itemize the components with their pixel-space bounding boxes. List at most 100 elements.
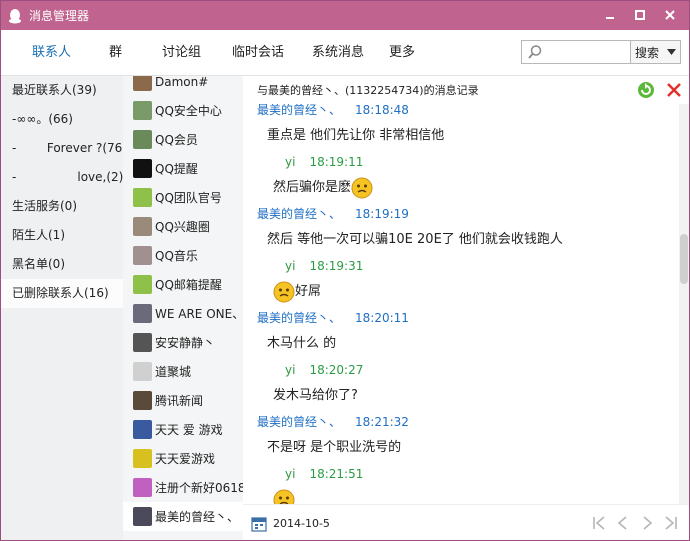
prev-page-icon[interactable] bbox=[615, 515, 631, 531]
message-body: 好屌 bbox=[243, 278, 677, 306]
contact-item[interactable]: QQ兴趣圈 bbox=[123, 212, 243, 241]
avatar bbox=[133, 130, 152, 149]
contact-item[interactable]: QQ会员 bbox=[123, 125, 243, 154]
contact-list: Damon# QQ安全中心 QQ会员 QQ提醒 QQ团队官号 QQ兴趣圈 QQ音乐 QQ邮箱提… bbox=[123, 76, 243, 540]
tab-temp-sessions[interactable]: 临时会话 bbox=[232, 30, 284, 76]
message-time: 18:21:32 bbox=[355, 415, 409, 429]
contact-name: Damon# bbox=[155, 76, 209, 89]
tab-bar: 联系人 群 讨论组 临时会话 系统消息 更多 搜索 bbox=[1, 30, 689, 76]
contact-item[interactable]: 安安静静丶 bbox=[123, 328, 243, 357]
next-page-icon[interactable] bbox=[639, 515, 655, 531]
message-history: 最美的曾经丶、 18:18:48 重点是 他们先让你 非常相信他 yi 18:19:11… bbox=[243, 104, 677, 504]
category-item[interactable]: -∞∞。(66) bbox=[1, 105, 123, 134]
contact-item[interactable]: 天天 爱 游戏 bbox=[123, 415, 243, 444]
tab-contacts[interactable]: 联系人 bbox=[32, 30, 71, 76]
message-time: 18:19:31 bbox=[309, 259, 364, 273]
contact-item[interactable]: QQ邮箱提醒 bbox=[123, 270, 243, 299]
message-time: 18:19:11 bbox=[309, 155, 364, 169]
message-time: 18:19:19 bbox=[355, 207, 409, 221]
contact-item[interactable]: QQ团队官号 bbox=[123, 183, 243, 212]
emoji-face-icon bbox=[273, 281, 295, 303]
message-sender-line: 最美的曾经丶、 18:18:48 bbox=[243, 104, 677, 122]
message-footer: 2014-10-5 bbox=[243, 504, 689, 540]
contact-name: WE ARE ONE、 bbox=[155, 307, 243, 321]
sender-name: 最美的曾经丶、 bbox=[257, 311, 342, 325]
sender-name: 最美的曾经丶、 bbox=[257, 415, 342, 429]
avatar bbox=[133, 449, 152, 468]
category-item[interactable]: - Forever ?(76) bbox=[1, 134, 127, 163]
tab-discussions[interactable]: 讨论组 bbox=[162, 30, 201, 76]
tab-groups[interactable]: 群 bbox=[109, 30, 122, 76]
sender-name: yi bbox=[285, 363, 296, 377]
contact-item[interactable]: 腾讯新闻 bbox=[123, 386, 243, 415]
tab-system-messages[interactable]: 系统消息 bbox=[312, 30, 364, 76]
contact-item[interactable]: 最美的曾经丶、 bbox=[123, 502, 243, 531]
emoji-face-icon bbox=[273, 489, 295, 504]
contact-item[interactable]: 道聚城 bbox=[123, 357, 243, 386]
refresh-icon[interactable] bbox=[637, 81, 655, 99]
contact-item[interactable]: QQ提醒 bbox=[123, 154, 243, 183]
message-sender-line: yi 18:19:11 bbox=[243, 150, 677, 174]
message-time: 18:18:48 bbox=[355, 104, 409, 117]
contact-item[interactable]: 注册个新好0618 bbox=[123, 473, 243, 502]
contact-name: QQ会员 bbox=[155, 133, 198, 147]
date-label[interactable]: 2014-10-5 bbox=[273, 517, 330, 530]
message-body: 然后 等他一次可以骗10E 20E了 他们就会收钱跑人 bbox=[243, 226, 677, 254]
scrollbar-thumb[interactable] bbox=[680, 234, 688, 284]
search-input[interactable] bbox=[548, 41, 628, 63]
tab-more[interactable]: 更多 bbox=[389, 30, 415, 76]
contact-name: QQ兴趣圈 bbox=[155, 220, 210, 234]
contact-category-list: 最近联系人(39) -∞∞。(66) - Forever ?(76) - lov… bbox=[1, 76, 127, 540]
chevron-down-icon[interactable] bbox=[667, 49, 676, 55]
delete-icon[interactable] bbox=[665, 81, 683, 99]
avatar bbox=[133, 101, 152, 120]
search-icon bbox=[528, 45, 542, 59]
maximize-button[interactable] bbox=[625, 5, 655, 25]
message-panel: 与最美的曾经丶、(1132254734)的消息记录 最美的曾经丶、 18:18:4… bbox=[243, 76, 689, 540]
contact-name: 最美的曾经丶、 bbox=[155, 510, 240, 524]
search-button-label: 搜索 bbox=[635, 45, 660, 60]
close-button[interactable] bbox=[655, 5, 685, 25]
category-item[interactable]: 陌生人(1) bbox=[1, 221, 123, 250]
message-manager-window: 消息管理器 联系人 群 讨论组 临时会话 系统消息 更多 搜索 最近联系人(39… bbox=[0, 0, 690, 541]
avatar bbox=[133, 391, 152, 410]
title-bar[interactable]: 消息管理器 bbox=[1, 1, 689, 30]
minimize-icon bbox=[606, 17, 614, 19]
last-page-icon[interactable] bbox=[663, 515, 679, 531]
category-item[interactable]: 最近联系人(39) bbox=[1, 76, 123, 105]
scrollbar[interactable] bbox=[679, 104, 689, 504]
message-sender-line: 最美的曾经丶、 18:21:32 bbox=[243, 410, 677, 434]
message-time: 18:20:27 bbox=[309, 363, 364, 377]
contact-name: QQ音乐 bbox=[155, 249, 198, 263]
contact-item[interactable]: 天天爱游戏 bbox=[123, 444, 243, 473]
category-item[interactable]: 生活服务(0) bbox=[1, 192, 123, 221]
message-body: 重点是 他们先让你 非常相信他 bbox=[243, 122, 677, 150]
contact-name: QQ安全中心 bbox=[155, 104, 222, 118]
message-body: 木马什么 的 bbox=[243, 330, 677, 358]
category-item-selected[interactable]: 已删除联系人(16) bbox=[1, 279, 123, 308]
message-sender-line: 最美的曾经丶、 18:20:11 bbox=[243, 306, 677, 330]
sender-name: yi bbox=[285, 155, 296, 169]
calendar-icon[interactable] bbox=[251, 516, 267, 532]
minimize-button[interactable] bbox=[595, 5, 625, 25]
message-text: 重点是 他们先让你 非常相信他 bbox=[267, 128, 445, 143]
contact-item[interactable]: QQ安全中心 bbox=[123, 96, 243, 125]
contact-item[interactable]: WE ARE ONE、 bbox=[123, 299, 243, 328]
contact-item[interactable]: Damon# bbox=[123, 76, 243, 96]
contact-item[interactable]: QQ音乐 bbox=[123, 241, 243, 270]
avatar bbox=[133, 188, 152, 207]
window-title: 消息管理器 bbox=[29, 9, 90, 23]
message-sender-line: yi 18:21:51 bbox=[243, 462, 677, 486]
avatar bbox=[133, 304, 152, 323]
message-text: 好屌 bbox=[295, 284, 322, 299]
message-sender-line: 最美的曾经丶、 18:19:19 bbox=[243, 202, 677, 226]
search-button[interactable]: 搜索 bbox=[630, 40, 681, 64]
first-page-icon[interactable] bbox=[591, 515, 607, 531]
contact-name: 腾讯新闻 bbox=[155, 394, 204, 408]
sender-name: yi bbox=[285, 259, 296, 273]
message-text: 发木马给你了? bbox=[273, 388, 358, 403]
message-text: 然后 等他一次可以骗10E 20E了 他们就会收钱跑人 bbox=[267, 232, 563, 247]
category-item[interactable]: 黑名单(0) bbox=[1, 250, 123, 279]
contact-name: 注册个新好0618 bbox=[155, 481, 243, 495]
category-item[interactable]: - love,(2) bbox=[1, 163, 123, 192]
